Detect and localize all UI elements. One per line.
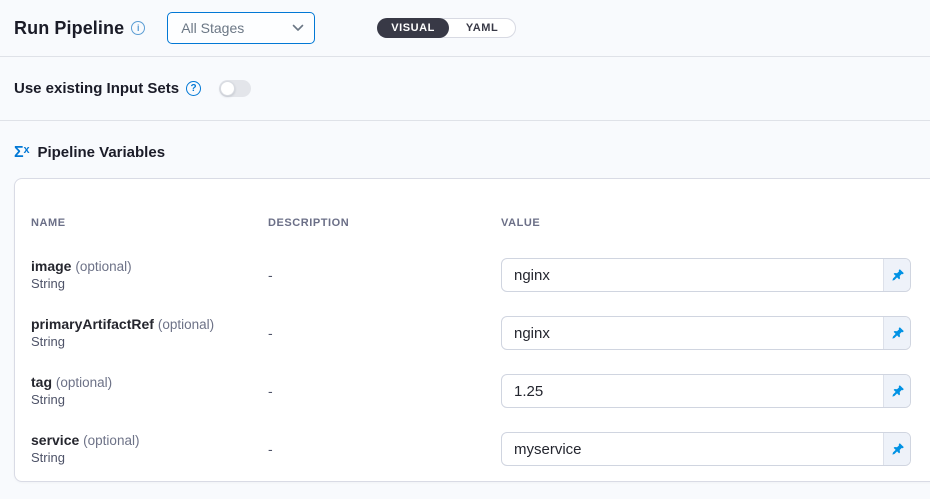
run-pipeline-page: { "header": { "title": "Run Pipeline", "… xyxy=(0,0,930,499)
pin-button[interactable] xyxy=(883,259,910,291)
variable-type: String xyxy=(31,333,268,350)
pin-button[interactable] xyxy=(883,433,910,465)
table-row: primaryArtifactRef (optional) String - xyxy=(31,304,930,362)
variable-name-cell: image (optional) String xyxy=(31,258,268,292)
variable-description: - xyxy=(268,267,501,283)
variable-type: String xyxy=(31,275,268,292)
variable-name-cell: primaryArtifactRef (optional) String xyxy=(31,316,268,350)
pipeline-variables-card: NAME DESCRIPTION VALUE image (optional) … xyxy=(14,178,930,482)
variable-value-input[interactable] xyxy=(502,259,883,291)
value-input-group xyxy=(501,316,911,350)
variable-value-cell xyxy=(501,258,930,292)
variable-type: String xyxy=(31,391,268,408)
column-header-value: VALUE xyxy=(501,217,930,230)
pin-icon xyxy=(890,268,905,283)
variable-optional-label: (optional) xyxy=(158,317,214,332)
value-input-group xyxy=(501,374,911,408)
variable-value-input[interactable] xyxy=(502,375,883,407)
column-header-description: DESCRIPTION xyxy=(268,217,501,230)
toggle-knob xyxy=(220,81,235,96)
stage-selector-value: All Stages xyxy=(181,20,244,36)
variable-description: - xyxy=(268,383,501,399)
table-row: image (optional) String - xyxy=(31,246,930,304)
value-input-group xyxy=(501,258,911,292)
variable-value-input[interactable] xyxy=(502,317,883,349)
variable-value-cell xyxy=(501,432,930,466)
variable-name: primaryArtifactRef xyxy=(31,316,154,332)
input-sets-toggle-switch[interactable] xyxy=(219,80,251,97)
help-icon[interactable]: ? xyxy=(186,81,201,96)
variable-name: image xyxy=(31,258,71,274)
pin-icon xyxy=(890,384,905,399)
pin-icon xyxy=(890,442,905,457)
pin-button[interactable] xyxy=(883,375,910,407)
variable-name: service xyxy=(31,432,79,448)
variable-description: - xyxy=(268,441,501,457)
variable-description: - xyxy=(268,325,501,341)
variables-table-body: image (optional) String - xyxy=(31,246,930,478)
variable-name-cell: service (optional) String xyxy=(31,432,268,466)
column-header-name: NAME xyxy=(31,217,268,230)
pipeline-variables-title: Pipeline Variables xyxy=(37,144,165,161)
variables-table-header: NAME DESCRIPTION VALUE xyxy=(31,217,930,230)
stage-selector-dropdown[interactable]: All Stages xyxy=(167,12,315,44)
value-input-group xyxy=(501,432,911,466)
variable-optional-label: (optional) xyxy=(75,259,131,274)
chevron-down-icon xyxy=(292,24,304,32)
pipeline-variables-header: Σˣ Pipeline Variables xyxy=(0,121,930,161)
variable-optional-label: (optional) xyxy=(83,433,139,448)
pin-icon xyxy=(890,326,905,341)
sigma-variables-icon: Σˣ xyxy=(14,145,29,161)
table-row: tag (optional) String - xyxy=(31,362,930,420)
variable-type: String xyxy=(31,449,268,466)
toggle-option-visual[interactable]: VISUAL xyxy=(377,18,449,38)
visual-yaml-toggle: VISUAL YAML xyxy=(377,18,516,38)
info-icon[interactable]: i xyxy=(131,21,145,35)
toggle-option-yaml[interactable]: YAML xyxy=(449,22,515,34)
variable-value-cell xyxy=(501,316,930,350)
variable-optional-label: (optional) xyxy=(56,375,112,390)
variable-value-cell xyxy=(501,374,930,408)
table-row: service (optional) String - xyxy=(31,420,930,478)
page-title: Run Pipeline xyxy=(14,18,124,39)
input-sets-row: Use existing Input Sets ? xyxy=(0,57,930,121)
pin-button[interactable] xyxy=(883,317,910,349)
variable-name: tag xyxy=(31,374,52,390)
variable-name-cell: tag (optional) String xyxy=(31,374,268,408)
header-bar: Run Pipeline i All Stages VISUAL YAML xyxy=(0,0,930,57)
input-sets-label: Use existing Input Sets xyxy=(14,80,179,97)
variable-value-input[interactable] xyxy=(502,433,883,465)
